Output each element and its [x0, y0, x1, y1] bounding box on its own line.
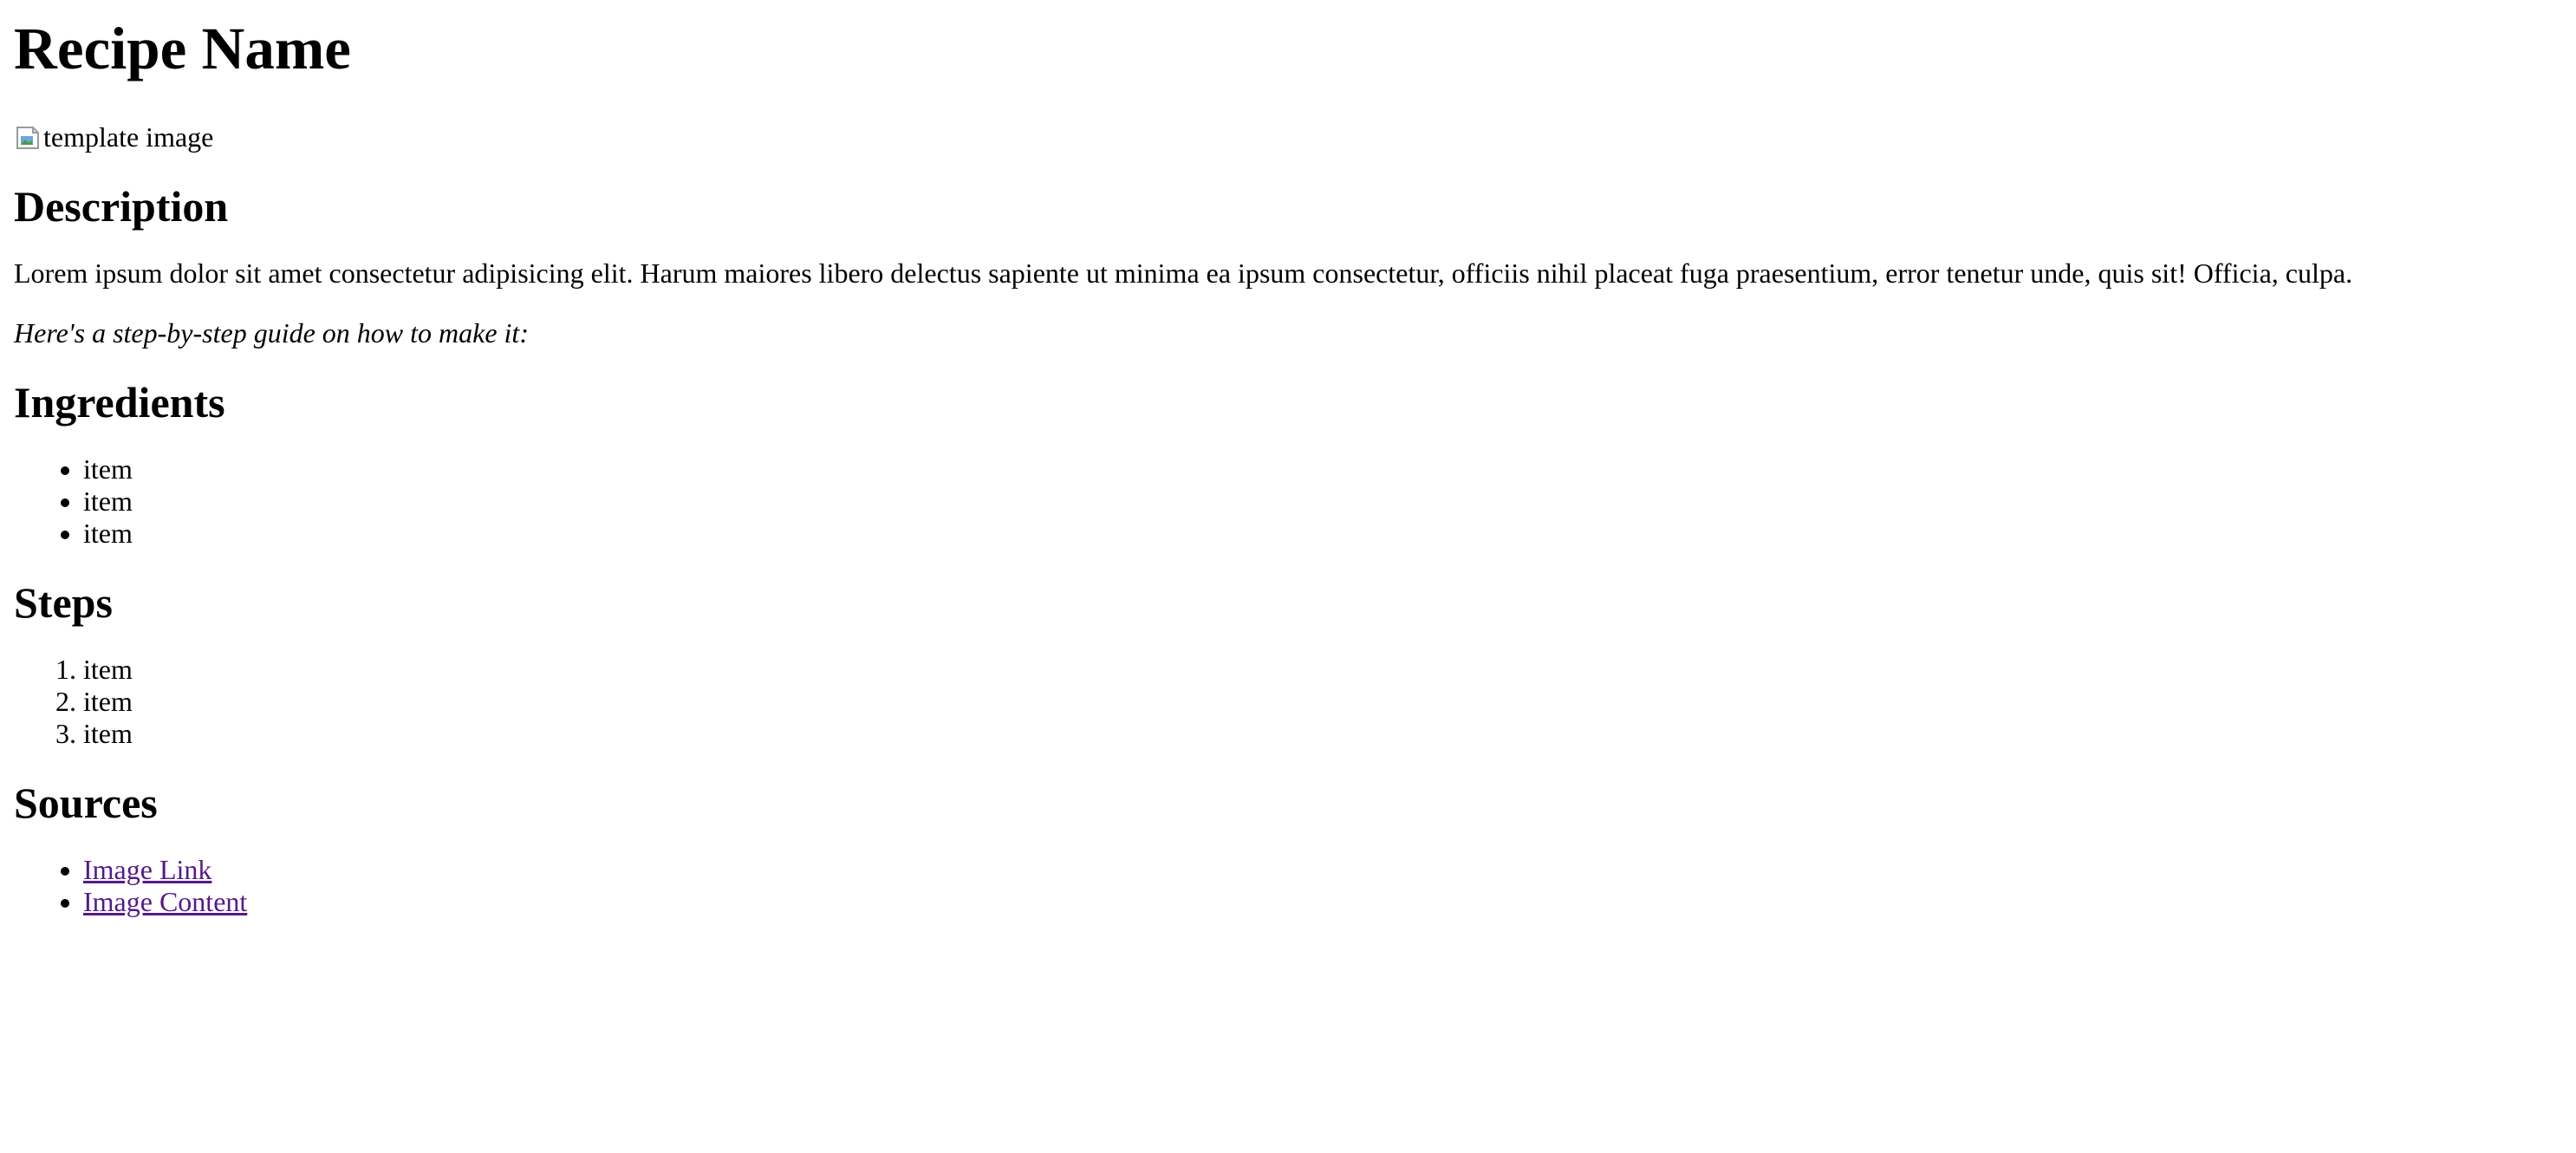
recipe-page: Recipe Name template image Description L…	[0, 14, 2576, 918]
description-text: Lorem ipsum dolor sit amet consectetur a…	[14, 257, 2353, 289]
ingredient-item: item	[83, 485, 2562, 518]
steps-heading: Steps	[14, 578, 113, 627]
sources-list: Image Link Image Content	[14, 854, 2562, 918]
image-link[interactable]: Image Link	[83, 854, 211, 885]
ingredient-item: item	[83, 518, 2562, 550]
broken-image-icon	[16, 126, 39, 149]
guide-intro-text: Here's a step-by-step guide on how to ma…	[14, 317, 529, 349]
page-title: Recipe Name	[14, 16, 351, 81]
ingredients-list: item item item	[14, 453, 2562, 550]
image-content-link[interactable]: Image Content	[83, 886, 247, 917]
sources-heading: Sources	[14, 778, 158, 827]
step-item: item	[83, 686, 2562, 718]
steps-list: item item item	[14, 654, 2562, 750]
step-item: item	[83, 718, 2562, 750]
description-heading: Description	[14, 182, 229, 231]
image-alt-text: template image	[43, 121, 214, 153]
ingredient-item: item	[83, 453, 2562, 485]
recipe-image: template image	[14, 121, 2562, 153]
ingredients-heading: Ingredients	[14, 378, 225, 427]
source-item: Image Content	[83, 886, 2562, 918]
source-item: Image Link	[83, 854, 2562, 886]
step-item: item	[83, 654, 2562, 686]
